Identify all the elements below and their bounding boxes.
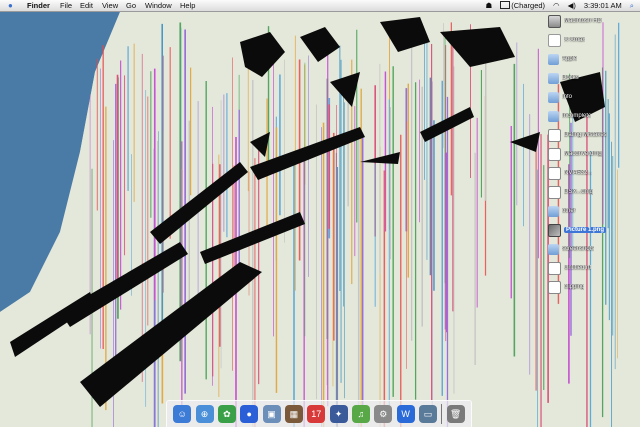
desktop-icon-macdrive[interactable]: Macdrive.dmg [548, 147, 602, 161]
document-icon [548, 185, 561, 199]
dock-safari-icon[interactable]: ⊕ [195, 405, 214, 423]
dock-messenger-icon[interactable]: ● [240, 405, 259, 423]
menu-bar: ● Finder File Edit View Go Window Help ☗… [0, 0, 640, 12]
desktop-icon-label: DSX...dmg [564, 189, 594, 195]
document-icon [548, 261, 561, 275]
desktop-icon-dsx[interactable]: DSX...dmg [548, 185, 593, 199]
battery-icon [500, 1, 511, 9]
desktop-icon-label: Apple [562, 56, 578, 62]
dock-trash-icon[interactable]: 🗑 [446, 405, 465, 423]
dock: ☺ ⊕ ✿ ● ▣ ▦ 17 ✦ ♫ ⚙ W ▭ 🗑 [166, 400, 472, 427]
dock-photo-icon[interactable]: ▦ [284, 405, 303, 423]
battery-label: (Charged) [511, 1, 546, 10]
desktop-icon-label: other [562, 208, 576, 214]
desktop-icon-dating[interactable]: Dating Mistakes [548, 128, 607, 142]
desktop-icon-label: Macdrive.dmg [564, 151, 602, 157]
desktop-icon-label: Picture 1.png [564, 227, 607, 233]
desktop-icon-apple[interactable]: Apple [548, 52, 577, 66]
document-icon [548, 166, 561, 180]
desktop-icon-picture-1[interactable]: Picture 1.png [548, 223, 607, 237]
volume-icon[interactable]: ◀) [568, 0, 576, 11]
dock-separator [441, 404, 443, 424]
desktop-icon-label: X-Xmax [564, 37, 586, 43]
menu-file[interactable]: File [60, 0, 72, 11]
menu-window[interactable]: Window [145, 0, 172, 11]
menu-go[interactable]: Go [126, 0, 136, 11]
folder-icon [548, 91, 559, 103]
menu-view[interactable]: View [102, 0, 118, 11]
desktop-icon-label: Dating Mistakes [564, 132, 607, 138]
image-file-icon [548, 223, 561, 237]
desktop-icon-docks[interactable]: Docks [548, 71, 579, 85]
desktop-background [0, 12, 640, 427]
desktop-icon-label: Info [562, 94, 573, 100]
menu-finder[interactable]: Finder [27, 0, 50, 11]
clock[interactable]: 3:39:01 AM [584, 0, 622, 11]
dock-finder-icon[interactable]: ☺ [173, 405, 192, 423]
menu-edit[interactable]: Edit [80, 0, 93, 11]
desktop-icon-label: clipping [564, 284, 585, 290]
desktop-icon-label: Macintosh HD [564, 18, 602, 24]
desktop-icon-label: Docks [562, 75, 579, 81]
battery-status[interactable]: (Charged) [500, 0, 545, 11]
dock-adium-icon[interactable]: ✿ [217, 405, 236, 423]
menu-help[interactable]: Help [180, 0, 195, 11]
dock-imovie-icon[interactable]: ✦ [329, 405, 348, 423]
dock-itunes-icon[interactable]: ♫ [351, 405, 370, 423]
dock-ical-icon[interactable]: 17 [307, 405, 326, 423]
dock-system-prefs-icon[interactable]: ⚙ [374, 405, 393, 423]
hard-drive-icon [548, 14, 561, 28]
document-icon [548, 128, 561, 142]
desktop-icon-nvi[interactable]: NVI4532... [548, 166, 592, 180]
folder-icon [548, 72, 559, 84]
dock-monitor-icon[interactable]: ▭ [418, 405, 437, 423]
desktop-icon-label: screenshots [562, 246, 595, 252]
desktop-icon-clipping[interactable]: clipping [548, 280, 584, 294]
folder-icon [548, 110, 559, 122]
desktop-icon-incomplete[interactable]: Incomplete [548, 109, 591, 123]
folder-icon [548, 205, 559, 217]
cracked-screen-image [0, 12, 640, 427]
desktop-icon-screenshots[interactable]: screenshots [548, 242, 594, 256]
dock-word-icon[interactable]: W [396, 405, 415, 423]
user-icon[interactable]: ☗ [486, 0, 493, 11]
desktop-icon-label: Untitled.rtf [564, 265, 592, 271]
folder-icon [548, 243, 559, 255]
desktop-icon-disk[interactable]: X-Xmax [548, 33, 585, 47]
disk-icon [548, 33, 561, 47]
desktop-icon-other[interactable]: other [548, 204, 576, 218]
document-icon [548, 280, 561, 294]
wifi-icon[interactable]: ◠ [553, 0, 560, 11]
desktop-icon-untitled[interactable]: Untitled.rtf [548, 261, 591, 275]
desktop-icon-label: NVI4532... [564, 170, 593, 176]
desktop-icon-label: Incomplete [562, 113, 592, 119]
search-icon[interactable]: ⌕ [630, 0, 634, 11]
desktop-icon-info[interactable]: Info [548, 90, 572, 104]
folder-icon [548, 53, 559, 65]
dock-preview-icon[interactable]: ▣ [262, 405, 281, 423]
apple-icon[interactable]: ● [8, 0, 13, 11]
document-icon [548, 147, 561, 161]
desktop-icon-macintosh-hd[interactable]: Macintosh HD [548, 14, 602, 28]
